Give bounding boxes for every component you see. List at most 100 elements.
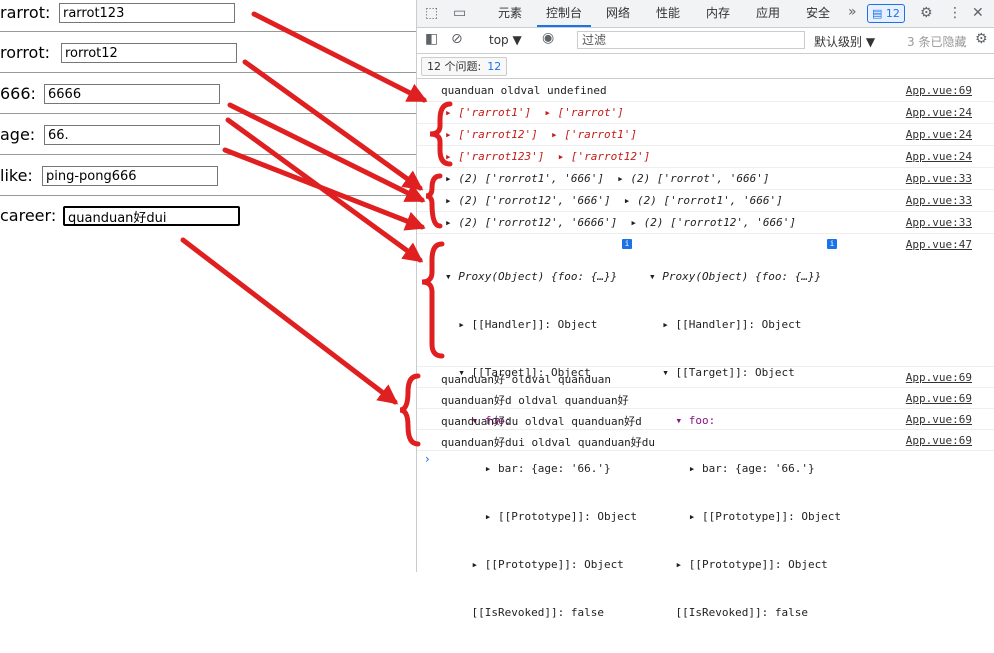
- proxy-line[interactable]: ▸ bar: {age: '66.'}: [649, 461, 841, 477]
- console-toolbar: ◧ ⊘ top ▼ ◉ 过滤 默认级别 ▼ 3 条已隐藏 ⚙: [417, 28, 994, 54]
- proxy-line[interactable]: ▸ [[Handler]]: Object: [649, 317, 841, 333]
- message-source-link[interactable]: App.vue:33: [906, 216, 972, 229]
- message-text: ▸ (2) ['rorrot1', '666'] ▸ (2) ['rorrot'…: [445, 172, 770, 185]
- message-source-link[interactable]: App.vue:69: [906, 392, 972, 405]
- age-label: age:: [0, 125, 36, 144]
- proxy-line[interactable]: ▾ Proxy(Object) {foo: {…}}: [445, 269, 637, 285]
- hidden-count: 3 条已隐藏: [907, 35, 967, 49]
- form-row-age: age:: [0, 125, 416, 165]
- proxy-line[interactable]: ▾ Proxy(Object) {foo: {…}}: [649, 269, 841, 285]
- message-source-link[interactable]: App.vue:24: [906, 128, 972, 141]
- inspect-element-icon[interactable]: ⬚: [425, 5, 438, 21]
- proxy-line[interactable]: ▸ [[Prototype]]: Object: [445, 557, 637, 573]
- tab-network[interactable]: 网络: [595, 0, 641, 27]
- message-source-link[interactable]: App.vue:69: [906, 84, 972, 97]
- age-input[interactable]: [44, 125, 220, 145]
- app-page: rarrot: rorrot: 666: age: like: career:: [0, 0, 416, 572]
- sidebar-toggle-icon[interactable]: ◧: [425, 31, 438, 47]
- proxy-line: [[IsRevoked]]: false: [649, 606, 808, 619]
- console-message: quanduan好 oldval quanduan App.vue:69: [417, 367, 994, 388]
- proxy-line: [[IsRevoked]]: false: [445, 606, 604, 619]
- tab-security[interactable]: 安全: [795, 0, 841, 27]
- console-message-proxy: ▾ Proxy(Object) {foo: {…}} ▸ [[Handler]]…: [417, 234, 994, 619]
- tab-elements[interactable]: 元素: [487, 0, 533, 27]
- proxy-line[interactable]: ▸ [[Prototype]]: Object: [445, 509, 637, 525]
- rarrot-label: rarrot:: [0, 3, 51, 22]
- filter-input[interactable]: 过滤: [577, 31, 805, 49]
- log-level-selector[interactable]: 默认级别 ▼: [814, 33, 875, 50]
- console-message: quanduan好d oldval quanduan好 App.vue:69: [417, 388, 994, 409]
- console-message[interactable]: ▸ ['rarrot12'] ▸ ['rarrot1'] App.vue:24: [417, 124, 994, 146]
- form-row-666: 666:: [0, 84, 416, 124]
- proxy-line[interactable]: ▸ [[Prototype]]: Object: [649, 509, 841, 525]
- info-icon[interactable]: i: [622, 239, 632, 249]
- form-row-career: career:: [0, 206, 416, 246]
- message-source-link[interactable]: App.vue:47: [906, 238, 972, 251]
- console-message[interactable]: ▸ (2) ['rorrot1', '666'] ▸ (2) ['rorrot'…: [417, 168, 994, 190]
- message-source-link[interactable]: App.vue:69: [906, 413, 972, 426]
- console-settings-gear-icon[interactable]: ⚙: [975, 31, 988, 47]
- message-text: quanduan好du oldval quanduan好d: [441, 415, 642, 428]
- issues-badge[interactable]: ▤ 12: [867, 4, 905, 23]
- separator: [0, 31, 416, 32]
- message-text: ▸ ['rarrot12'] ▸ ['rarrot1']: [445, 128, 638, 141]
- console-message[interactable]: ▸ (2) ['rorrot12', '666'] ▸ (2) ['rorrot…: [417, 190, 994, 212]
- tab-memory[interactable]: 内存: [695, 0, 741, 27]
- separator: [0, 72, 416, 73]
- message-source-link[interactable]: App.vue:24: [906, 106, 972, 119]
- console-message[interactable]: ▸ (2) ['rorrot12', '6666'] ▸ (2) ['rorro…: [417, 212, 994, 234]
- like-input[interactable]: [42, 166, 218, 186]
- console-message: quanduan oldval undefined App.vue:69: [417, 80, 994, 102]
- console-message[interactable]: ▸ ['rarrot1'] ▸ ['rarrot'] App.vue:24: [417, 102, 994, 124]
- console-message: quanduan好du oldval quanduan好d App.vue:69: [417, 409, 994, 430]
- form-row-like: like:: [0, 166, 416, 206]
- form-row-rarrot: rarrot:: [0, 3, 416, 43]
- tab-application[interactable]: 应用: [745, 0, 791, 27]
- message-source-link[interactable]: App.vue:33: [906, 172, 972, 185]
- message-icon: ▤: [872, 7, 883, 20]
- proxy-line[interactable]: ▸ [[Handler]]: Object: [445, 317, 637, 333]
- rorrot-input[interactable]: [61, 43, 237, 63]
- more-tabs-icon[interactable]: »: [848, 4, 857, 20]
- career-label: career:: [0, 206, 57, 225]
- 666-label: 666:: [0, 84, 36, 103]
- rarrot-input[interactable]: [59, 3, 235, 23]
- message-source-link[interactable]: App.vue:69: [906, 371, 972, 384]
- separator: [0, 113, 416, 114]
- issues-bar: 12 个问题: 12: [417, 54, 994, 79]
- message-text: quanduan好dui oldval quanduan好du: [441, 436, 656, 449]
- tab-console[interactable]: 控制台: [537, 0, 591, 27]
- eye-icon[interactable]: ◉: [542, 30, 554, 46]
- 666-input[interactable]: [44, 84, 220, 104]
- message-source-link[interactable]: App.vue:33: [906, 194, 972, 207]
- message-text: ▸ ['rarrot1'] ▸ ['rarrot']: [445, 106, 624, 119]
- clear-console-icon[interactable]: ⊘: [451, 31, 463, 47]
- message-source-link[interactable]: App.vue:69: [906, 434, 972, 447]
- settings-gear-icon[interactable]: ⚙: [920, 5, 933, 21]
- close-icon[interactable]: ✕: [972, 5, 984, 21]
- issues-count: 12: [487, 60, 502, 73]
- device-toolbar-icon[interactable]: ▭: [453, 5, 466, 21]
- message-text: quanduan好d oldval quanduan好: [441, 394, 629, 407]
- message-source-link[interactable]: App.vue:24: [906, 150, 972, 163]
- career-input[interactable]: [63, 206, 240, 226]
- issues-badge-count: 12: [885, 7, 900, 20]
- separator: [0, 154, 416, 155]
- proxy-line[interactable]: ▸ bar: {age: '66.'}: [445, 461, 637, 477]
- console-prompt[interactable]: ›: [425, 452, 430, 466]
- separator: [0, 195, 416, 196]
- info-icon[interactable]: i: [827, 239, 837, 249]
- console-message[interactable]: ▸ ['rarrot123'] ▸ ['rarrot12'] App.vue:2…: [417, 146, 994, 168]
- kebab-menu-icon[interactable]: ⋮: [948, 5, 962, 21]
- form-row-rorrot: rorrot:: [0, 43, 416, 83]
- message-text: ▸ ['rarrot123'] ▸ ['rarrot12']: [445, 150, 651, 163]
- tab-performance[interactable]: 性能: [645, 0, 691, 27]
- message-text: quanduan oldval undefined: [441, 84, 607, 97]
- proxy-line[interactable]: ▸ [[Prototype]]: Object: [649, 557, 841, 573]
- context-selector[interactable]: top ▼: [489, 33, 522, 47]
- like-label: like:: [0, 166, 33, 185]
- devtools-panel: ⬚ ▭ 元素 控制台 网络 性能 内存 应用 安全 » ▤ 12 ⚙ ⋮ ✕ ◧…: [417, 0, 994, 619]
- rorrot-label: rorrot:: [0, 43, 50, 62]
- issues-label: 12 个问题:: [427, 60, 482, 73]
- issues-pill[interactable]: 12 个问题: 12: [421, 57, 508, 76]
